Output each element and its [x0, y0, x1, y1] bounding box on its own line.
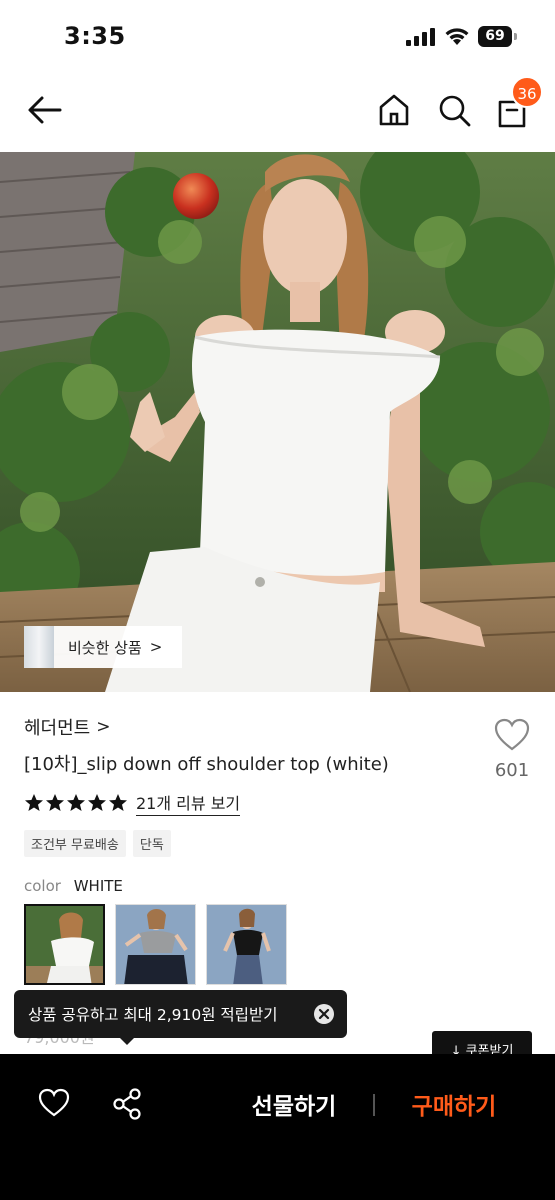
- tag-exclusive: 단독: [132, 830, 171, 857]
- product-title: [10차]_slip down off shoulder top (white): [24, 754, 389, 775]
- cart-count-badge: 36: [511, 76, 543, 108]
- back-arrow-icon[interactable]: [26, 94, 64, 126]
- chevron-right-icon: >: [96, 717, 111, 737]
- rating-row: 21개 리뷰 보기: [24, 790, 241, 816]
- buy-button[interactable]: 구매하기: [394, 1084, 514, 1124]
- share-icon[interactable]: [112, 1088, 142, 1120]
- battery-icon: 69: [478, 26, 518, 47]
- search-icon[interactable]: [436, 92, 472, 128]
- brand-name: 헤더먼트: [24, 718, 91, 739]
- star-icon: [67, 794, 85, 811]
- bottom-action-bar: 선물하기 구매하기: [0, 1054, 555, 1200]
- similar-product-thumbnail: [24, 626, 54, 668]
- swatch-white[interactable]: [24, 904, 105, 985]
- toast-message: 상품 공유하고 최대 2,910원 적립받기: [28, 1006, 278, 1024]
- color-value: WHITE: [73, 877, 123, 895]
- status-time: 3:35: [64, 22, 126, 50]
- swatch-grey[interactable]: [115, 904, 196, 985]
- wifi-icon: [445, 28, 469, 45]
- gift-button[interactable]: 선물하기: [234, 1084, 354, 1124]
- color-label: color: [24, 877, 61, 895]
- rating-stars: [24, 793, 128, 813]
- like-count: 601: [494, 760, 530, 781]
- brand-link[interactable]: 헤더먼트 >: [24, 714, 111, 740]
- star-icon: [25, 794, 43, 811]
- battery-level: 69: [478, 26, 512, 47]
- tag-free-shipping: 조건부 무료배송: [24, 830, 126, 857]
- color-swatches: [24, 904, 287, 985]
- close-icon[interactable]: [313, 1003, 335, 1025]
- product-tags: 조건부 무료배송 단독: [24, 830, 171, 857]
- toast-pointer: [119, 1037, 135, 1045]
- share-reward-toast: 상품 공유하고 최대 2,910원 적립받기: [14, 990, 347, 1038]
- status-bar: 3:35 69: [0, 0, 555, 72]
- star-icon: [88, 794, 106, 811]
- hero-photo: [0, 152, 555, 692]
- heart-icon[interactable]: [38, 1088, 70, 1118]
- similar-products-label: 비슷한 상품: [68, 638, 142, 657]
- divider: [373, 1094, 375, 1116]
- review-link[interactable]: 21개 리뷰 보기: [136, 790, 241, 816]
- star-icon: [46, 794, 64, 811]
- home-icon[interactable]: [376, 92, 412, 128]
- similar-products-button[interactable]: 비슷한 상품 >: [24, 626, 182, 668]
- color-option-label: color WHITE: [24, 877, 123, 895]
- product-hero-image[interactable]: [0, 152, 555, 692]
- chevron-right-icon: >: [149, 638, 163, 656]
- heart-icon[interactable]: [494, 718, 530, 752]
- cellular-signal-icon: [406, 28, 435, 46]
- star-icon: [109, 794, 127, 811]
- top-nav-bar: [0, 72, 555, 152]
- swatch-black[interactable]: [206, 904, 287, 985]
